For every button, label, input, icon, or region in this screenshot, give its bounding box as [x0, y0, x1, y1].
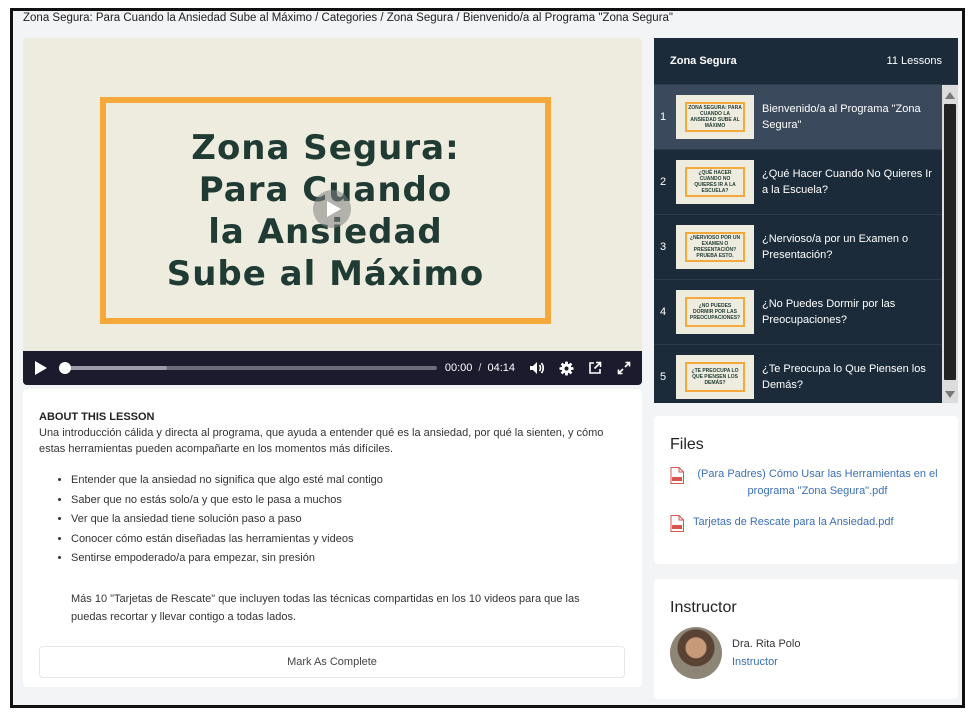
scrollbar-thumb[interactable]	[944, 104, 956, 380]
thumbnail-text: ¿NERVIOSO POR UN EXAMEN O PRESENTACIÓN? …	[685, 232, 745, 262]
lesson-title: ¿Nervioso/a por un Examen o Presentación…	[762, 233, 909, 261]
progress-buffer	[62, 366, 168, 370]
thumbnail-text: ¿QUÉ HACER CUANDO NO QUIERES IR A LA ESC…	[685, 167, 745, 197]
scroll-up-icon[interactable]	[945, 92, 955, 99]
external-link-icon	[589, 361, 602, 374]
app-frame: Zona Segura: Para Cuando la Ansiedad Sub…	[10, 8, 965, 708]
instructor-card: Instructor Dra. Rita Polo Instructor	[654, 579, 958, 699]
bullet-item: Ver que la ansiedad tiene solución paso …	[71, 510, 626, 530]
about-description: Una introducción cálida y directa al pro…	[39, 427, 604, 455]
play-icon	[34, 361, 47, 375]
course-title: Zona Segura	[670, 55, 737, 67]
time-separator: /	[478, 362, 482, 374]
avatar	[670, 627, 722, 679]
lesson-number: 3	[660, 241, 667, 253]
fullscreen-button[interactable]	[614, 358, 634, 378]
lesson-title: ¿Qué Hacer Cuando No Quieres Ir a la Esc…	[762, 168, 932, 196]
video-player[interactable]: Zona Segura: Para Cuando la Ansiedad Sub…	[23, 38, 642, 385]
bullet-item: Saber que no estás solo/a y que esto le …	[71, 491, 626, 511]
file-link[interactable]: (Para Padres) Cómo Usar las Herramientas…	[693, 466, 942, 500]
file-item[interactable]: Tarjetas de Rescate para la Ansiedad.pdf	[670, 514, 942, 532]
poster-line: Zona Segura:	[191, 127, 460, 168]
about-bullets: Entender que la ansiedad no significa qu…	[39, 471, 626, 569]
files-title: Files	[670, 436, 704, 453]
about-title: ABOUT THIS LESSON	[39, 411, 155, 423]
pdf-icon	[670, 467, 684, 484]
fullscreen-icon	[617, 361, 631, 375]
lesson-item[interactable]: 5 ¿TE PREOCUPA LO QUE PIENSEN LOS DEMÁS?…	[654, 345, 942, 403]
lessons-scrollbar[interactable]	[942, 85, 958, 403]
lessons-panel: Zona Segura 11 Lessons 1 ZONA SEGURA: PA…	[654, 38, 958, 403]
lesson-thumbnail: ¿NERVIOSO POR UN EXAMEN O PRESENTACIÓN? …	[676, 225, 754, 269]
about-extra: Más 10 "Tarjetas de Rescate" que incluye…	[71, 592, 580, 623]
lesson-list: 1 ZONA SEGURA: PARA CUANDO LA ANSIEDAD S…	[654, 85, 942, 403]
video-controls: 00:00 / 04:14	[23, 351, 642, 385]
lesson-thumbnail: ¿QUÉ HACER CUANDO NO QUIERES IR A LA ESC…	[676, 160, 754, 204]
lesson-thumbnail: ZONA SEGURA: PARA CUANDO LA ANSIEDAD SUB…	[676, 95, 754, 139]
instructor-row: Dra. Rita Polo Instructor	[670, 627, 942, 679]
lesson-thumbnail: ¿TE PREOCUPA LO QUE PIENSEN LOS DEMÁS?	[676, 355, 754, 399]
gear-icon	[558, 360, 574, 376]
play-icon	[326, 201, 341, 217]
bullet-item: Entender que la ansiedad no significa qu…	[71, 471, 626, 491]
instructor-role[interactable]: Instructor	[732, 656, 800, 668]
breadcrumb[interactable]: Zona Segura: Para Cuando la Ansiedad Sub…	[23, 12, 673, 24]
mark-complete-button[interactable]: Mark As Complete	[39, 646, 625, 678]
lesson-number: 5	[660, 371, 667, 383]
about-lesson-card: ABOUT THIS LESSON Una introducción cálid…	[23, 389, 642, 687]
thumbnail-text: ¿NO PUEDES DORMIR POR LAS PREOCUPACIONES…	[685, 297, 745, 327]
play-overlay-button[interactable]	[313, 190, 351, 228]
popout-button[interactable]	[585, 358, 605, 378]
lesson-item[interactable]: 4 ¿NO PUEDES DORMIR POR LAS PREOCUPACION…	[654, 280, 942, 345]
lessons-header: Zona Segura 11 Lessons	[654, 38, 958, 85]
scroll-down-icon[interactable]	[945, 391, 955, 398]
instructor-info: Dra. Rita Polo Instructor	[732, 638, 800, 668]
settings-button[interactable]	[556, 358, 576, 378]
file-link[interactable]: Tarjetas de Rescate para la Ansiedad.pdf	[693, 514, 942, 531]
lesson-number: 4	[660, 306, 667, 318]
pdf-icon	[670, 515, 684, 532]
volume-button[interactable]	[527, 358, 547, 378]
bullet-item: Conocer cómo están diseñadas las herrami…	[71, 530, 626, 550]
duration: 04:14	[487, 362, 515, 374]
instructor-name: Dra. Rita Polo	[732, 638, 801, 650]
lesson-item[interactable]: 3 ¿NERVIOSO POR UN EXAMEN O PRESENTACIÓN…	[654, 215, 942, 280]
lessons-count: 11 Lessons	[886, 55, 942, 67]
thumbnail-text: ¿TE PREOCUPA LO QUE PIENSEN LOS DEMÁS?	[685, 362, 745, 392]
progress-handle[interactable]	[58, 362, 71, 374]
lesson-item[interactable]: 1 ZONA SEGURA: PARA CUANDO LA ANSIEDAD S…	[654, 85, 942, 150]
play-button[interactable]	[31, 358, 51, 378]
lesson-title: ¿Te Preocupa lo Que Piensen los Demás?	[762, 363, 926, 391]
lesson-number: 2	[660, 176, 667, 188]
volume-icon	[530, 362, 545, 374]
poster-line: Sube al Máximo	[166, 253, 485, 294]
thumbnail-text: ZONA SEGURA: PARA CUANDO LA ANSIEDAD SUB…	[685, 102, 745, 132]
current-time: 00:00	[444, 362, 473, 374]
file-item[interactable]: (Para Padres) Cómo Usar las Herramientas…	[670, 466, 942, 500]
lesson-thumbnail: ¿NO PUEDES DORMIR POR LAS PREOCUPACIONES…	[676, 290, 754, 334]
lesson-number: 1	[660, 111, 667, 123]
instructor-title: Instructor	[670, 599, 737, 616]
lesson-item[interactable]: 2 ¿QUÉ HACER CUANDO NO QUIERES IR A LA E…	[654, 150, 942, 215]
lesson-title: ¿No Puedes Dormir por las Preocupaciones…	[762, 298, 896, 326]
lesson-title: Bienvenido/a al Programa "Zona Segura"	[762, 103, 921, 131]
bullet-item: Sentirse empoderado/a para empezar, sin …	[71, 549, 626, 569]
files-card: Files (Para Padres) Cómo Usar las Herram…	[654, 416, 958, 564]
progress-bar[interactable]	[58, 362, 437, 374]
